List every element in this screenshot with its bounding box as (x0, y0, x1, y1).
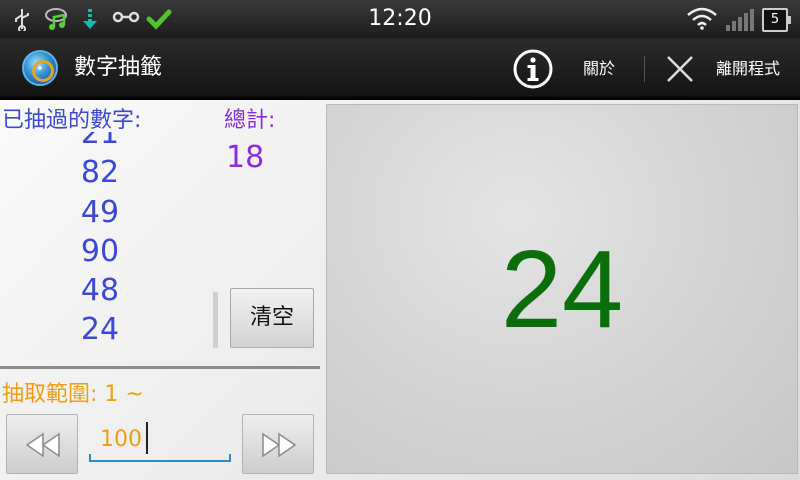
action-divider (644, 56, 645, 82)
section-divider (0, 366, 320, 369)
drawn-numbers-label: 已抽過的數字: (2, 108, 142, 133)
app-logo-icon (22, 50, 58, 86)
increase-button[interactable] (242, 414, 314, 474)
draw-result-panel[interactable]: 24 (326, 104, 798, 474)
exit-button[interactable]: 離開程式 (716, 38, 780, 100)
range-max-input[interactable] (90, 418, 230, 462)
draw-result: 24 (500, 227, 624, 351)
music-icon (44, 7, 68, 31)
signal-icon (726, 9, 754, 31)
drawn-number-item: 21 (80, 132, 120, 151)
list-scrollbar[interactable] (213, 292, 218, 348)
battery-icon: 5 (762, 8, 791, 32)
close-icon[interactable] (664, 53, 696, 85)
notification-icons (10, 4, 172, 34)
drawn-number-item: 82 (80, 155, 120, 191)
rewind-icon (25, 432, 60, 458)
action-bar: 數字抽籤 關於 離開程式 (0, 38, 800, 98)
drawn-numbers-list[interactable]: 21 82 49 90 48 24 (60, 132, 140, 350)
input-edge-right (229, 454, 231, 462)
info-icon[interactable] (512, 48, 554, 90)
total-label: 總計: (224, 108, 276, 133)
app-title: 數字抽籤 (74, 55, 163, 80)
wifi-icon (686, 6, 718, 34)
range-label: 抽取範圍: 1 ~ (2, 382, 144, 407)
download-icon (78, 7, 102, 31)
total-count: 18 (226, 140, 265, 175)
status-bar: 12:20 5 (0, 0, 800, 38)
input-edge-left (89, 454, 91, 462)
fast-forward-icon (262, 432, 297, 458)
drawn-number-item: 49 (80, 194, 120, 230)
drawn-number-item: 90 (80, 233, 120, 269)
drawn-number-item: 24 (80, 312, 120, 348)
main-content: 已抽過的數字: 總計: 18 21 82 49 90 48 24 清空 抽取範圍: 1 ~… (0, 100, 800, 480)
check-icon (146, 7, 172, 31)
clear-button[interactable]: 清空 (230, 288, 314, 348)
decrease-button[interactable] (6, 414, 78, 474)
link-icon (112, 7, 140, 31)
system-icons: 5 (686, 6, 791, 34)
about-button[interactable]: 關於 (583, 38, 615, 100)
status-time: 12:20 (368, 6, 432, 31)
usb-icon (10, 7, 34, 33)
drawn-number-item: 48 (80, 273, 120, 309)
text-cursor (146, 422, 148, 454)
